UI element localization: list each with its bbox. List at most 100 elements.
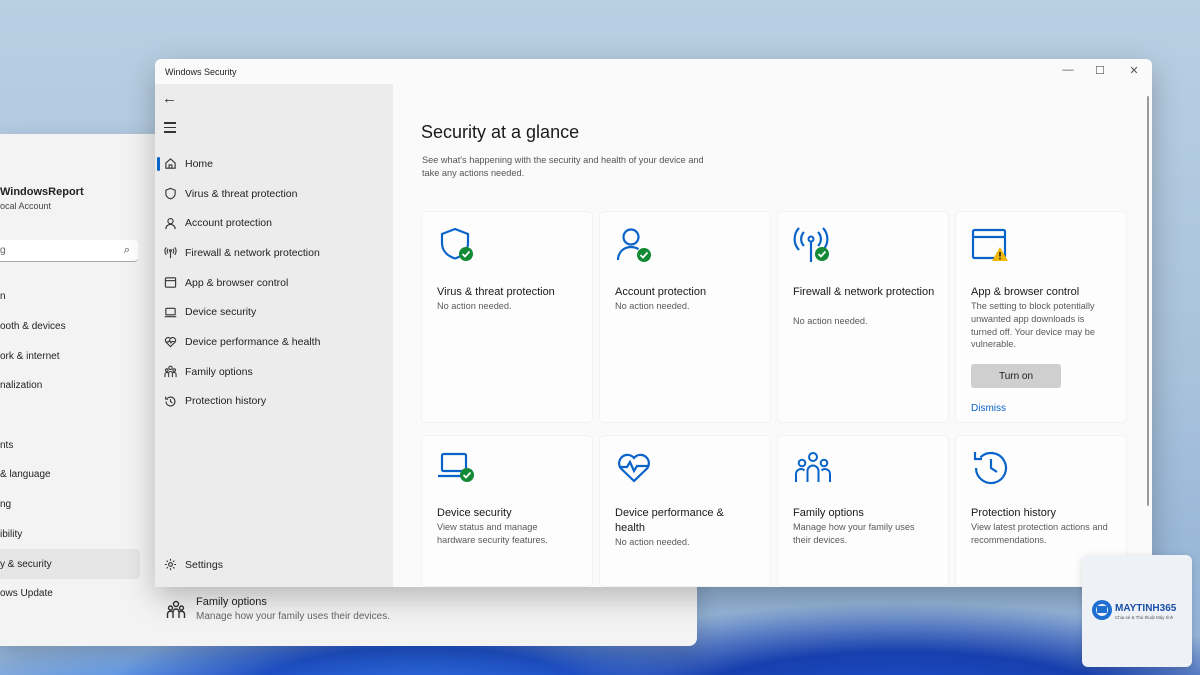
- family-options-title: Family options: [196, 596, 267, 608]
- back-arrow-icon[interactable]: ←: [162, 90, 177, 107]
- account-type: ocal Account: [0, 201, 52, 211]
- search-icon: ⌕: [123, 244, 130, 256]
- card-virus-threat[interactable]: Virus & threat protection No action need…: [422, 212, 592, 422]
- card-device-performance[interactable]: Device performance & health No action ne…: [600, 436, 770, 586]
- history-icon: [973, 451, 1008, 485]
- settings-nav-item[interactable]: ooth & devices: [0, 312, 140, 342]
- sidebar-item-label: Home: [185, 157, 214, 170]
- home-icon: [165, 158, 176, 170]
- close-button[interactable]: ✕: [1127, 64, 1141, 77]
- shield-check-icon: [440, 227, 473, 261]
- minimize-button[interactable]: —: [1061, 64, 1075, 76]
- sidebar-item-label: Protection history: [185, 395, 267, 408]
- turn-on-button[interactable]: Turn on: [971, 364, 1061, 388]
- card-status: View status and manage hardware security…: [437, 522, 548, 545]
- sidebar-item-label: App & browser control: [185, 276, 289, 289]
- browser-window-icon: [164, 277, 177, 288]
- settings-nav-item[interactable]: n: [0, 282, 140, 312]
- card-app-browser[interactable]: App & browser control The setting to blo…: [956, 212, 1126, 422]
- dismiss-link[interactable]: Dismiss: [971, 403, 1006, 414]
- settings-search-input[interactable]: g ⌕: [0, 240, 138, 262]
- card-account-protection[interactable]: Account protection No action needed.: [600, 212, 770, 422]
- antenna-check-icon: [793, 227, 829, 262]
- settings-nav-item[interactable]: nts: [0, 430, 140, 460]
- sidebar-item-protection-history[interactable]: Protection history: [155, 387, 393, 417]
- hamburger-menu-icon[interactable]: [164, 122, 176, 136]
- settings-nav-item-privacy-security[interactable]: y & security: [0, 549, 140, 579]
- sidebar-item-label: Virus & threat protection: [185, 187, 298, 200]
- settings-nav-item[interactable]: nalization: [0, 371, 140, 401]
- search-placeholder: g: [0, 245, 6, 256]
- card-status: No action needed.: [793, 316, 868, 326]
- windows-security-window: Windows Security — ☐ ✕ ← Home Virus & th…: [155, 59, 1152, 587]
- card-status: The setting to block potentially unwante…: [971, 301, 1095, 350]
- sidebar-item-device-performance[interactable]: Device performance & health: [155, 327, 393, 357]
- family-options-row[interactable]: Family options Manage how your family us…: [166, 596, 390, 622]
- page-title: Security at a glance: [421, 122, 580, 142]
- page-subtitle: See what's happening with the security a…: [422, 155, 704, 178]
- family-icon: [795, 452, 831, 482]
- watermark-badge: MAYTINH365 Chia sẻ & Thủ thuật Máy tính: [1082, 555, 1192, 667]
- card-status: No action needed.: [615, 537, 690, 547]
- card-title: Device performance & health: [615, 507, 724, 534]
- sidebar-item-app-browser[interactable]: App & browser control: [155, 268, 393, 298]
- card-title: Firewall & network protection: [793, 286, 935, 298]
- sidebar-item-settings[interactable]: Settings: [164, 558, 223, 571]
- sidebar-item-label: Account protection: [185, 217, 272, 230]
- watermark-tagline: Chia sẻ & Thủ thuật Máy tính: [1115, 614, 1174, 620]
- shield-icon: [165, 187, 176, 200]
- settings-nav: n ooth & devices ork & internet nalizati…: [0, 282, 140, 609]
- settings-nav-item[interactable]: & language: [0, 460, 140, 490]
- user-name: WindowsReport: [0, 186, 84, 198]
- settings-nav-item[interactable]: [0, 401, 140, 431]
- sidebar-item-family[interactable]: Family options: [155, 357, 393, 387]
- card-title: App & browser control: [971, 286, 1080, 298]
- card-title: Device security: [437, 507, 512, 519]
- card-status: No action needed.: [437, 301, 512, 311]
- maximize-button[interactable]: ☐: [1093, 64, 1107, 77]
- card-title: Account protection: [615, 286, 707, 298]
- person-icon: [165, 217, 176, 229]
- heart-pulse-icon: [164, 337, 177, 348]
- settings-nav-item[interactable]: ork & internet: [0, 341, 140, 371]
- user-account: WindowsReport ocal Account: [0, 186, 84, 211]
- window-title: Windows Security: [165, 67, 237, 77]
- history-icon: [165, 396, 176, 407]
- sidebar-item-virus-threat[interactable]: Virus & threat protection: [155, 179, 393, 209]
- card-family-options[interactable]: Family options Manage how your family us…: [778, 436, 948, 586]
- settings-nav-item[interactable]: ibility: [0, 520, 140, 550]
- card-title: Protection history: [971, 507, 1056, 519]
- family-options-description: Manage how your family uses their device…: [196, 611, 390, 622]
- gear-icon: [164, 558, 177, 571]
- laptop-check-icon: [438, 452, 474, 482]
- settings-label: Settings: [185, 558, 223, 571]
- settings-nav-item[interactable]: ng: [0, 490, 140, 520]
- sidebar-item-label: Device security: [185, 306, 257, 319]
- sidebar-item-home[interactable]: Home: [155, 149, 393, 179]
- main-content: Security at a glance See what's happenin…: [393, 84, 1152, 587]
- laptop-icon: [164, 307, 177, 318]
- watermark-brand: MAYTINH365: [1115, 603, 1177, 614]
- sidebar-item-label: Firewall & network protection: [185, 246, 320, 259]
- sidebar-nav: Home Virus & threat protection Account p…: [155, 149, 393, 416]
- sidebar-item-account[interactable]: Account protection: [155, 208, 393, 238]
- card-title: Family options: [793, 507, 864, 519]
- family-icon: [166, 600, 186, 618]
- antenna-icon: [164, 247, 177, 259]
- card-status: View latest protection actions and recom…: [971, 522, 1108, 545]
- card-status: Manage how your family uses their device…: [793, 522, 915, 545]
- settings-nav-item-windows-update[interactable]: ows Update: [0, 579, 140, 609]
- scrollbar[interactable]: [1147, 96, 1149, 506]
- card-device-security[interactable]: Device security View status and manage h…: [422, 436, 592, 586]
- card-firewall[interactable]: Firewall & network protection No action …: [778, 212, 948, 422]
- person-check-icon: [616, 228, 651, 262]
- sidebar-item-device-security[interactable]: Device security: [155, 297, 393, 327]
- title-bar[interactable]: Windows Security — ☐ ✕: [155, 59, 1152, 84]
- sidebar-item-label: Family options: [185, 365, 253, 378]
- maytinh365-logo: MAYTINH365 Chia sẻ & Thủ thuật Máy tính: [1092, 600, 1177, 620]
- browser-warning-icon: [971, 228, 1008, 261]
- card-title: Virus & threat protection: [437, 286, 555, 298]
- card-status: No action needed.: [615, 301, 690, 311]
- sidebar: ← Home Virus & threat protection Account…: [155, 84, 393, 587]
- sidebar-item-firewall[interactable]: Firewall & network protection: [155, 238, 393, 268]
